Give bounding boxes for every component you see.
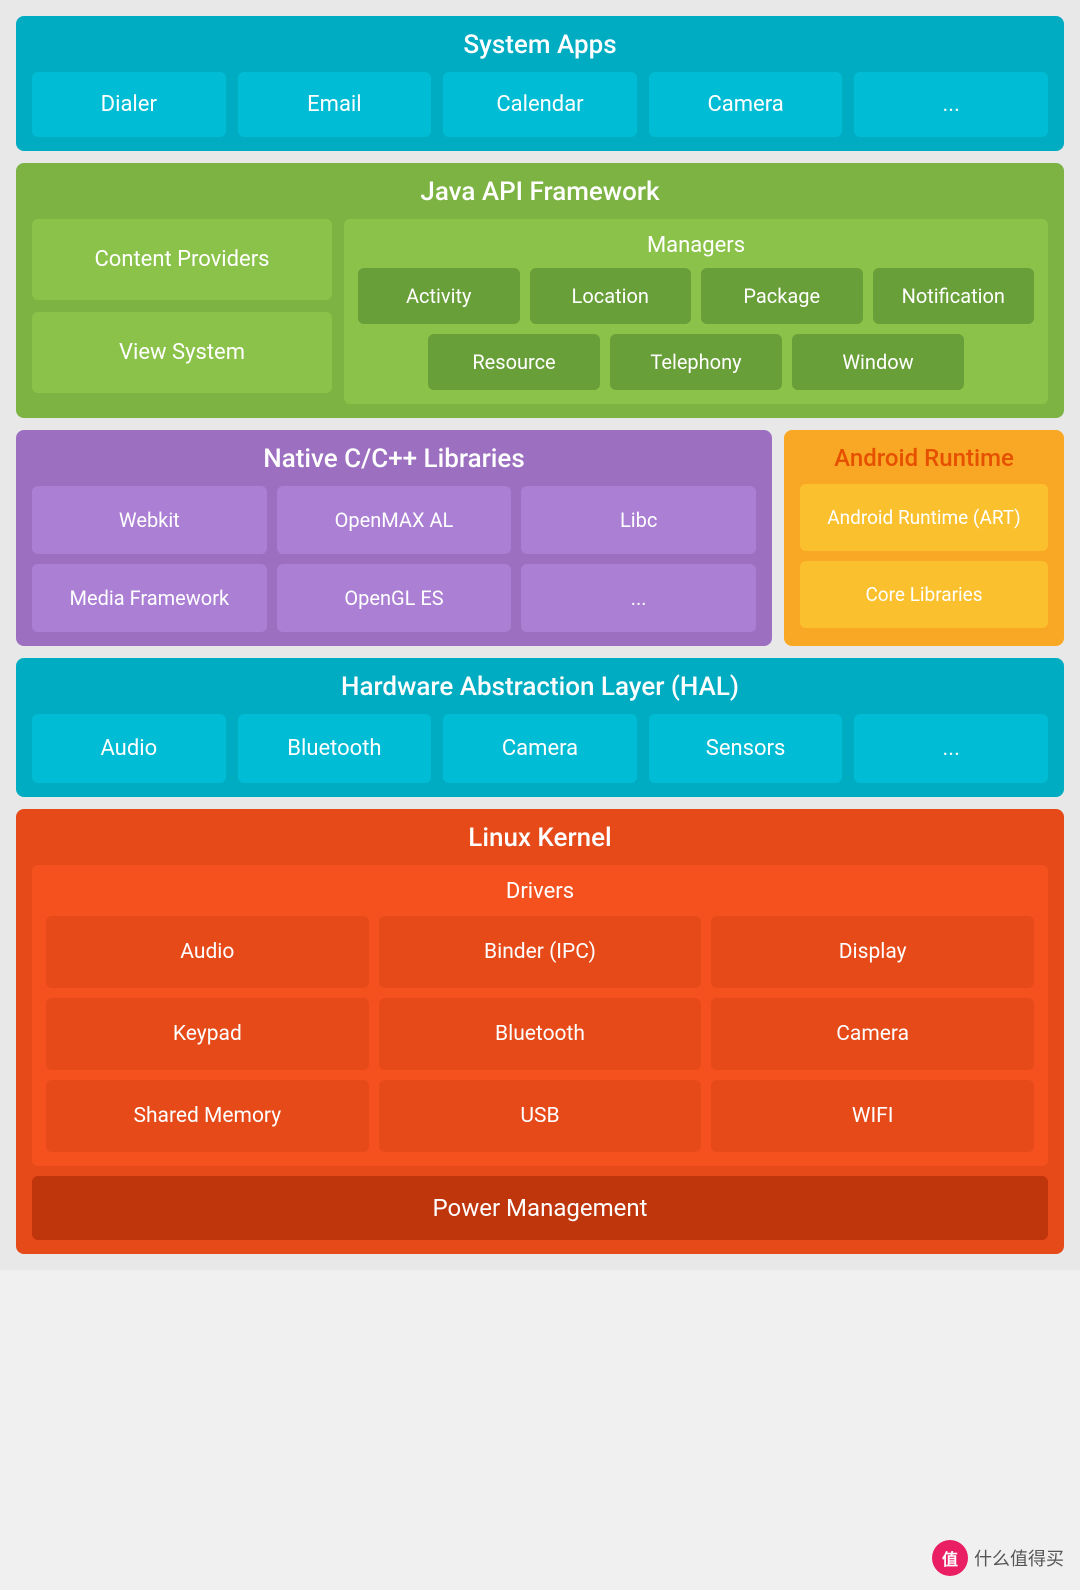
native-libs-layer: Native C/C++ Libraries Webkit OpenMAX AL… bbox=[16, 430, 772, 646]
driver-binder: Binder (IPC) bbox=[379, 916, 702, 988]
app-camera: Camera bbox=[649, 72, 843, 137]
runtime-core-libs: Core Libraries bbox=[800, 561, 1048, 628]
watermark: 值 什么值得买 bbox=[932, 1540, 1064, 1576]
native-webkit: Webkit bbox=[32, 486, 267, 554]
native-media: Media Framework bbox=[32, 564, 267, 632]
driver-shared-memory: Shared Memory bbox=[46, 1080, 369, 1152]
power-management-box: Power Management bbox=[32, 1176, 1048, 1240]
driver-keypad: Keypad bbox=[46, 998, 369, 1070]
managers-row1: Activity Location Package Notification bbox=[358, 268, 1034, 324]
manager-notification: Notification bbox=[873, 268, 1035, 324]
hal-layer: Hardware Abstraction Layer (HAL) Audio B… bbox=[16, 658, 1064, 797]
hal-audio: Audio bbox=[32, 714, 226, 783]
system-apps-title: System Apps bbox=[32, 30, 1048, 60]
app-dialer: Dialer bbox=[32, 72, 226, 137]
view-system-box: View System bbox=[32, 312, 332, 393]
java-api-left: Content Providers View System bbox=[32, 219, 332, 404]
native-openmax: OpenMAX AL bbox=[277, 486, 512, 554]
app-email: Email bbox=[238, 72, 432, 137]
driver-usb: USB bbox=[379, 1080, 702, 1152]
native-grid: Webkit OpenMAX AL Libc Media Framework O… bbox=[32, 486, 756, 632]
app-more: ... bbox=[854, 72, 1048, 137]
drivers-title: Drivers bbox=[46, 879, 1034, 904]
manager-telephony: Telephony bbox=[610, 334, 782, 390]
managers-title: Managers bbox=[358, 233, 1034, 258]
hal-sensors: Sensors bbox=[649, 714, 843, 783]
hal-grid: Audio Bluetooth Camera Sensors ... bbox=[32, 714, 1048, 783]
watermark-text: 什么值得买 bbox=[974, 1545, 1064, 1571]
native-libc: Libc bbox=[521, 486, 756, 554]
manager-window: Window bbox=[792, 334, 964, 390]
java-api-title: Java API Framework bbox=[32, 177, 1048, 207]
system-apps-layer: System Apps Dialer Email Calendar Camera… bbox=[16, 16, 1064, 151]
manager-location: Location bbox=[530, 268, 692, 324]
runtime-art: Android Runtime (ART) bbox=[800, 484, 1048, 551]
managers-container: Managers Activity Location Package Notif… bbox=[344, 219, 1048, 404]
managers-row2: Resource Telephony Window bbox=[358, 334, 1034, 390]
android-runtime-layer: Android Runtime Android Runtime (ART) Co… bbox=[784, 430, 1064, 646]
android-runtime-title: Android Runtime bbox=[800, 444, 1048, 472]
hal-bluetooth: Bluetooth bbox=[238, 714, 432, 783]
drivers-grid: Audio Binder (IPC) Display Keypad Blueto… bbox=[46, 916, 1034, 1152]
hal-title: Hardware Abstraction Layer (HAL) bbox=[32, 672, 1048, 702]
manager-activity: Activity bbox=[358, 268, 520, 324]
drivers-section: Drivers Audio Binder (IPC) Display Keypa… bbox=[32, 865, 1048, 1166]
driver-wifi: WIFI bbox=[711, 1080, 1034, 1152]
java-api-layer: Java API Framework Content Providers Vie… bbox=[16, 163, 1064, 418]
content-providers-box: Content Providers bbox=[32, 219, 332, 300]
native-libs-title: Native C/C++ Libraries bbox=[32, 444, 756, 474]
android-architecture-diagram: System Apps Dialer Email Calendar Camera… bbox=[0, 0, 1080, 1270]
app-calendar: Calendar bbox=[443, 72, 637, 137]
system-apps-grid: Dialer Email Calendar Camera ... bbox=[32, 72, 1048, 137]
driver-display: Display bbox=[711, 916, 1034, 988]
driver-bluetooth: Bluetooth bbox=[379, 998, 702, 1070]
driver-audio: Audio bbox=[46, 916, 369, 988]
hal-more: ... bbox=[854, 714, 1048, 783]
manager-package: Package bbox=[701, 268, 863, 324]
manager-resource: Resource bbox=[428, 334, 600, 390]
linux-kernel-layer: Linux Kernel Drivers Audio Binder (IPC) … bbox=[16, 809, 1064, 1254]
runtime-grid: Android Runtime (ART) Core Libraries bbox=[800, 484, 1048, 628]
middle-layer: Native C/C++ Libraries Webkit OpenMAX AL… bbox=[16, 430, 1064, 646]
native-opengl: OpenGL ES bbox=[277, 564, 512, 632]
driver-camera: Camera bbox=[711, 998, 1034, 1070]
java-api-content: Content Providers View System Managers A… bbox=[32, 219, 1048, 404]
linux-kernel-title: Linux Kernel bbox=[32, 823, 1048, 853]
watermark-icon: 值 bbox=[932, 1540, 968, 1576]
hal-camera: Camera bbox=[443, 714, 637, 783]
native-more: ... bbox=[521, 564, 756, 632]
